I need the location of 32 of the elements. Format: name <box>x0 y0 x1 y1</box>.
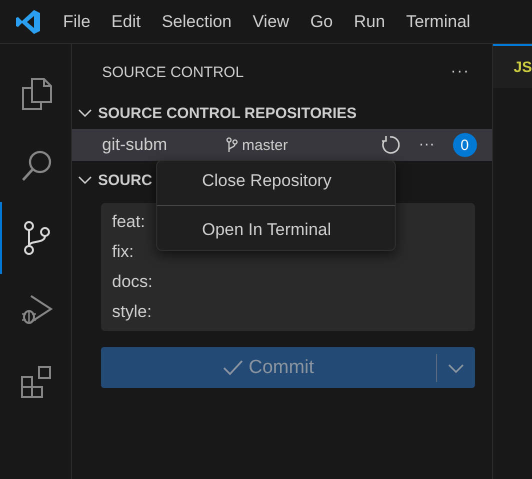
menu-item[interactable]: Open In Terminal <box>157 214 395 246</box>
repository-row[interactable]: git-subm master ··· 0 <box>72 129 492 161</box>
section-header[interactable]: SOURCE CONTROL REPOSITORIES <box>98 104 357 122</box>
app-logo-icon <box>15 8 41 34</box>
chevron-down-icon <box>78 175 92 185</box>
menu-item[interactable]: Close Repository <box>157 165 395 197</box>
message-line: feat: <box>112 211 146 233</box>
repository-name: git-subm <box>102 135 168 155</box>
check-icon <box>222 360 243 376</box>
menu-item[interactable]: View <box>252 8 290 36</box>
menu-item[interactable]: File <box>63 8 90 36</box>
refresh-icon[interactable] <box>380 135 401 155</box>
section-header[interactable]: SOURC <box>98 172 152 188</box>
branch-name[interactable]: master <box>242 136 288 154</box>
menu-item[interactable]: Run <box>354 8 386 36</box>
menu-item[interactable]: Terminal <box>406 8 470 36</box>
search-icon <box>20 149 54 183</box>
menu-item[interactable]: Selection <box>162 8 232 36</box>
files-icon <box>20 76 54 112</box>
chevron-down-icon <box>78 108 92 118</box>
branch-icon <box>226 137 238 153</box>
message-line: docs: <box>112 271 153 293</box>
panel-title: SOURCE CONTROL <box>102 64 244 80</box>
message-line: style: <box>112 301 152 323</box>
more-actions-button[interactable]: ··· <box>450 63 470 81</box>
editor-tab[interactable]: JS <box>492 44 532 88</box>
message-line: fix: <box>112 241 134 263</box>
menu-item[interactable]: Go <box>310 8 333 36</box>
branch-icon <box>22 220 52 256</box>
more-actions-button[interactable]: ··· <box>418 136 435 154</box>
count-badge: 0 <box>452 133 477 157</box>
menu-item[interactable]: Edit <box>111 8 141 36</box>
